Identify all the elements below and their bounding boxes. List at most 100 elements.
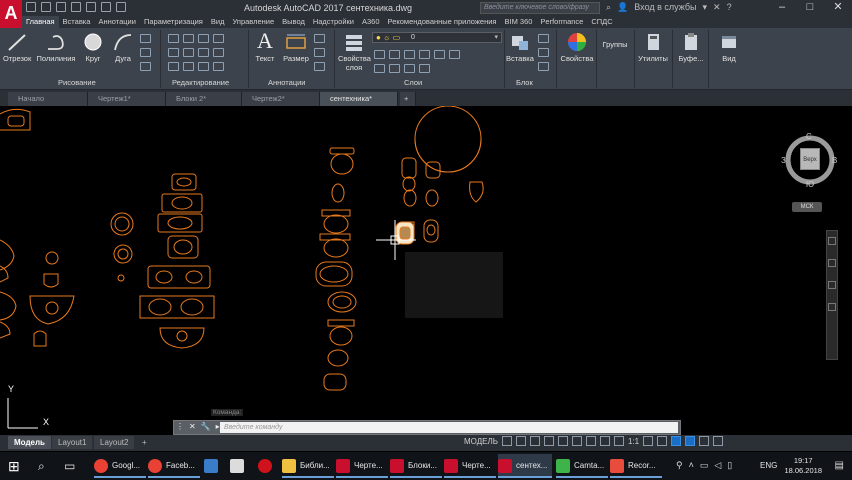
customize-icon[interactable]: 🔧 bbox=[201, 422, 211, 431]
insert-block-button[interactable]: Вставка bbox=[506, 32, 534, 63]
layer-tool-4-icon[interactable] bbox=[419, 50, 430, 59]
layer-tool-7-icon[interactable] bbox=[374, 64, 385, 73]
command-input[interactable]: Введите команду bbox=[220, 422, 678, 433]
taskbar-item-google[interactable]: Googl... bbox=[94, 454, 146, 478]
taskbar-item-camtasia[interactable]: Camta... bbox=[556, 454, 608, 478]
polyline-button[interactable]: Полилиния bbox=[36, 32, 76, 63]
tab-home[interactable]: Главная bbox=[22, 16, 59, 28]
offset-icon[interactable] bbox=[213, 62, 224, 71]
table-icon[interactable] bbox=[314, 48, 325, 57]
layer-dropdown[interactable]: ● ☼ ▭ 0 ▾ bbox=[372, 32, 502, 43]
opera-icon[interactable] bbox=[258, 454, 276, 478]
close-button[interactable]: ✕ bbox=[824, 0, 852, 16]
system-clock[interactable]: 19:17 18.06.2018 bbox=[784, 456, 822, 476]
task-view-icon[interactable]: ▭ bbox=[64, 454, 82, 478]
circle-button[interactable]: Круг bbox=[80, 32, 106, 63]
tab-manage[interactable]: Управление bbox=[228, 16, 278, 28]
redo-icon[interactable] bbox=[116, 2, 126, 12]
viewcube-south[interactable]: Ю bbox=[806, 180, 814, 189]
viewcube-north[interactable]: С bbox=[806, 132, 812, 141]
grip-icon[interactable]: ⋮ bbox=[176, 422, 184, 431]
taskbar-item-blocks[interactable]: Блоки... bbox=[390, 454, 442, 478]
user-icon[interactable]: 👤 bbox=[617, 2, 628, 13]
snap-icon[interactable] bbox=[515, 436, 526, 446]
customization-menu-icon[interactable] bbox=[713, 436, 724, 446]
arc-button[interactable]: Дуга bbox=[110, 32, 136, 63]
scale-icon[interactable] bbox=[183, 62, 194, 71]
viewcube-top-face[interactable]: Верх bbox=[800, 148, 820, 170]
plus-icon[interactable] bbox=[657, 436, 668, 446]
search-icon[interactable]: ⌕ bbox=[606, 2, 611, 13]
orbit-icon[interactable] bbox=[828, 281, 836, 289]
layer-tool-5-icon[interactable] bbox=[434, 50, 445, 59]
stretch-icon[interactable] bbox=[168, 62, 179, 71]
help-icon[interactable]: ? bbox=[727, 2, 732, 13]
file-tab-drawing1[interactable]: Чертеж1* bbox=[88, 92, 166, 106]
tab-insert[interactable]: Вставка bbox=[59, 16, 95, 28]
move-icon[interactable] bbox=[168, 34, 179, 43]
explode-icon[interactable] bbox=[213, 48, 224, 57]
rectangle-icon[interactable] bbox=[140, 34, 151, 43]
layers-panel-label[interactable]: Слои bbox=[404, 78, 422, 87]
annotation-visibility-icon[interactable] bbox=[613, 436, 624, 446]
drawing-canvas[interactable]: Y X Верх С Ю В З МСК bbox=[0, 106, 852, 434]
add-layout-button[interactable]: + bbox=[136, 436, 153, 449]
tab-annotate[interactable]: Аннотации bbox=[94, 16, 140, 28]
layer-properties-button[interactable]: Свойства слоя bbox=[338, 32, 371, 72]
layer-tool-3-icon[interactable] bbox=[404, 50, 415, 59]
osnap-icon[interactable] bbox=[557, 436, 568, 446]
polar-icon[interactable] bbox=[543, 436, 554, 446]
erase-icon[interactable] bbox=[213, 34, 224, 43]
file-tab-blocks2[interactable]: Блоки 2* bbox=[166, 92, 242, 106]
edit-block-icon[interactable] bbox=[538, 48, 549, 57]
viewcube-west[interactable]: З bbox=[781, 156, 786, 165]
layer-tool-9-icon[interactable] bbox=[404, 64, 415, 73]
annotation-panel-label[interactable]: Аннотации bbox=[268, 78, 306, 87]
text-button[interactable]: A Текст bbox=[252, 30, 278, 64]
create-block-icon[interactable] bbox=[538, 34, 549, 43]
exchange-icon[interactable]: ✕ bbox=[713, 2, 721, 13]
open-file-icon[interactable] bbox=[41, 2, 51, 12]
fullscreen-icon[interactable] bbox=[699, 436, 710, 446]
block-attributes-icon[interactable] bbox=[538, 62, 549, 71]
workspace-gear-icon[interactable] bbox=[643, 436, 654, 446]
model-space-label[interactable]: МОДЕЛЬ bbox=[464, 437, 498, 446]
clipboard-button[interactable]: Буфе... bbox=[676, 32, 706, 63]
tab-view[interactable]: Вид bbox=[207, 16, 229, 28]
modify-panel-label[interactable]: Редактирование bbox=[172, 78, 229, 87]
show-hidden-icons[interactable]: ˄ bbox=[689, 460, 694, 471]
taskbar-item-santehnika[interactable]: сентех... bbox=[498, 454, 552, 478]
tab-performance[interactable]: Performance bbox=[536, 16, 587, 28]
help-search-input[interactable]: Введите ключевое слово/фразу bbox=[480, 2, 600, 14]
grid-icon[interactable] bbox=[501, 436, 512, 446]
layout-tab-layout1[interactable]: Layout1 bbox=[52, 436, 93, 449]
block-panel-label[interactable]: Блок bbox=[516, 78, 533, 87]
taskbar-item-drawing-b[interactable]: Черте... bbox=[444, 454, 496, 478]
minimize-button[interactable]: – bbox=[768, 0, 796, 16]
ellipse-icon[interactable] bbox=[140, 62, 151, 71]
save-as-icon[interactable] bbox=[71, 2, 81, 12]
taskbar-item-drawing-a[interactable]: Черте... bbox=[336, 454, 388, 478]
sign-in-link[interactable]: Вход в службы bbox=[634, 2, 696, 13]
cart-icon[interactable]: ▾ bbox=[703, 2, 708, 13]
tab-parametric[interactable]: Параметризация bbox=[140, 16, 207, 28]
tab-featured-apps[interactable]: Рекомендованные приложения bbox=[384, 16, 501, 28]
tab-a360[interactable]: A360 bbox=[358, 16, 384, 28]
autocad-logo-button[interactable]: A bbox=[0, 0, 22, 28]
tab-addins[interactable]: Надстройки bbox=[309, 16, 358, 28]
wcs-menu[interactable]: МСК bbox=[792, 202, 822, 212]
start-button-icon[interactable]: ⊞ bbox=[8, 454, 30, 478]
battery-icon[interactable]: ▯ bbox=[727, 460, 732, 471]
zoom-icon[interactable] bbox=[828, 259, 836, 267]
layer-tool-1-icon[interactable] bbox=[374, 50, 385, 59]
groups-button[interactable]: Группы bbox=[600, 40, 630, 49]
tab-bim360[interactable]: BIM 360 bbox=[500, 16, 536, 28]
input-language[interactable]: ENG bbox=[760, 461, 777, 470]
layout-tab-model[interactable]: Модель bbox=[8, 436, 51, 449]
layout-tab-layout2[interactable]: Layout2 bbox=[94, 436, 135, 449]
pan-icon[interactable] bbox=[828, 237, 836, 245]
people-icon[interactable]: ⚲ bbox=[676, 460, 683, 471]
lineweight-icon[interactable] bbox=[571, 436, 582, 446]
fillet-icon[interactable] bbox=[198, 48, 209, 57]
dimension-button[interactable]: Размер bbox=[282, 32, 310, 63]
